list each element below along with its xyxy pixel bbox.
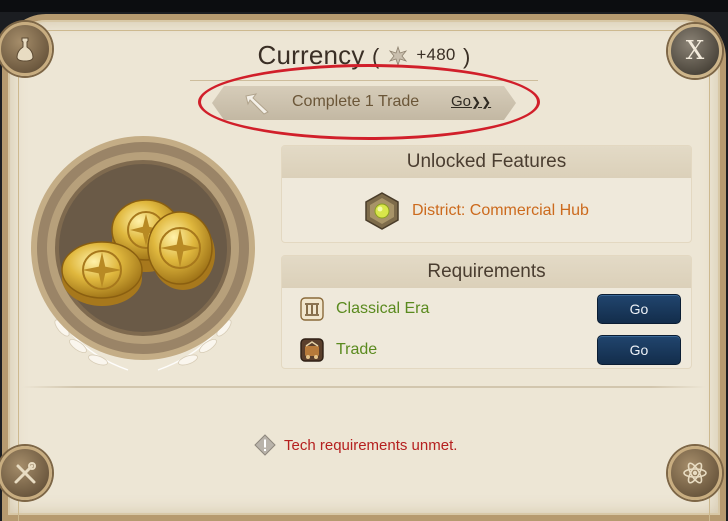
science-badge[interactable]: [668, 446, 722, 500]
classical-era-icon: [300, 297, 324, 321]
reward-value: +480: [416, 45, 456, 64]
title-label: Currency: [257, 40, 365, 70]
classical-era-go-button[interactable]: Go: [597, 294, 681, 324]
atom-icon: [683, 462, 707, 484]
quest-bar[interactable]: Complete 1 Trade Go❯❯: [212, 86, 516, 120]
tools-icon: [14, 462, 36, 484]
double-chevron-icon: ❯❯: [471, 95, 492, 109]
quest-go-label: Go: [451, 93, 472, 110]
unlocked-features-header: Unlocked Features: [282, 146, 691, 178]
tools-badge[interactable]: [0, 446, 52, 500]
arrow-up-left-icon: [245, 93, 269, 115]
title-paren-open: (: [372, 44, 380, 69]
section-divider: [22, 386, 706, 388]
requirements-header: Requirements: [282, 256, 691, 288]
warning-text: Tech requirements unmet.: [284, 436, 458, 454]
requirement-label: Classical Era: [336, 300, 430, 317]
trade-go-button[interactable]: Go: [597, 335, 681, 365]
feature-item[interactable]: District: Commercial Hub: [364, 192, 589, 230]
top-bar: [0, 0, 728, 12]
requirement-row: Classical Era Go: [300, 293, 681, 325]
science-reward-icon: [388, 45, 408, 67]
title-paren-close: ): [462, 44, 471, 69]
warning-icon: [254, 434, 276, 456]
page-title: Currency ( +480 ): [0, 40, 728, 71]
quest-go-link[interactable]: Go❯❯: [451, 93, 491, 110]
trade-icon: [300, 338, 324, 362]
requirements-card: Requirements Classical Era Go Trade Go: [281, 255, 692, 369]
quest-text: Complete 1 Trade: [292, 93, 420, 110]
title-divider: [190, 80, 538, 81]
unlocked-features-card: Unlocked Features District: Commercial H…: [281, 145, 692, 243]
commercial-hub-icon: [365, 192, 399, 230]
requirement-row: Trade Go: [300, 334, 681, 366]
requirements-warning: Tech requirements unmet.: [254, 434, 457, 456]
feature-label: District: Commercial Hub: [412, 202, 589, 219]
requirement-label: Trade: [336, 341, 378, 358]
currency-coins-icon: [31, 136, 255, 371]
